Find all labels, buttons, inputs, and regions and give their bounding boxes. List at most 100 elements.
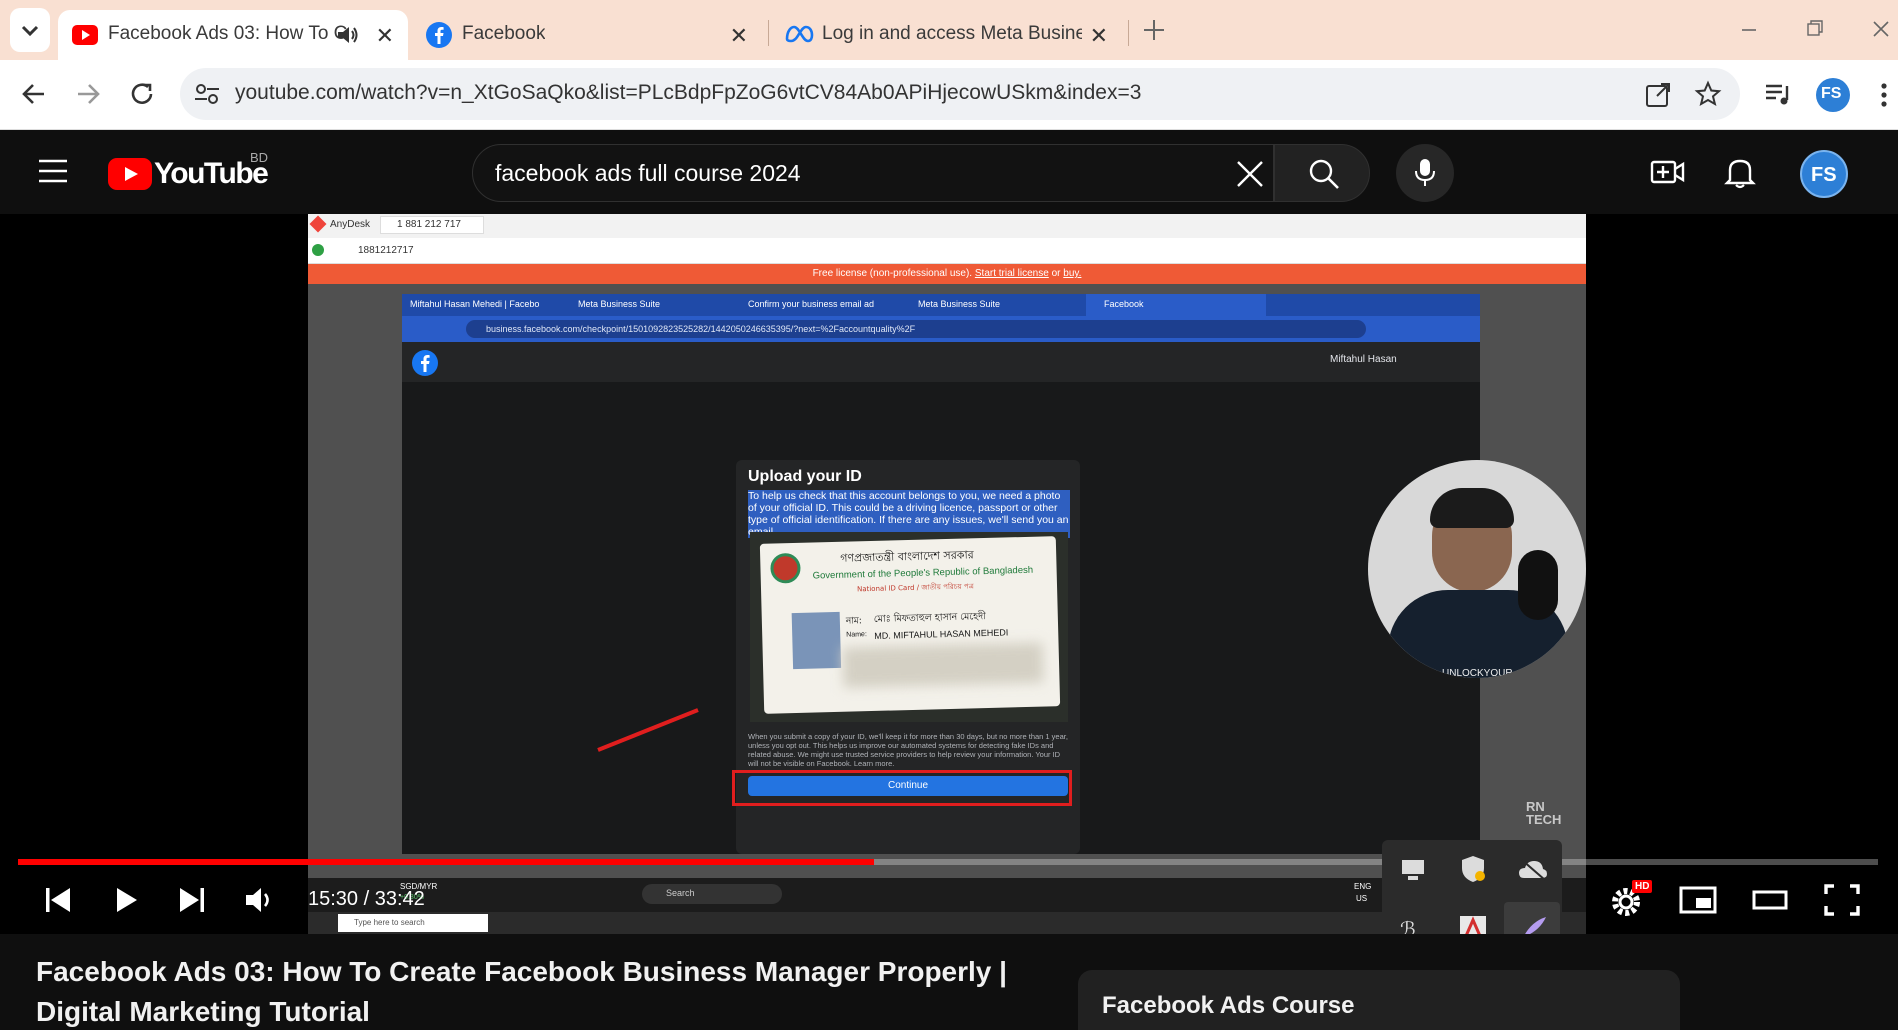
playlist-title: Facebook Ads Course — [1102, 992, 1355, 1019]
minimize-button[interactable] — [1734, 14, 1764, 44]
media-control-button[interactable] — [1762, 78, 1796, 112]
tab-title: Facebook — [462, 23, 546, 44]
facebook-icon — [412, 350, 438, 376]
dialog-title: Upload your ID — [748, 468, 862, 485]
playlist-music-icon — [1766, 84, 1789, 105]
youtube-logo[interactable]: YouTube BD — [108, 150, 278, 192]
upload-id-dialog: Upload your ID To help us check that thi… — [732, 460, 1080, 854]
cloud-off-icon[interactable] — [1518, 858, 1548, 882]
fullscreen-button[interactable] — [1822, 882, 1862, 918]
bell-icon — [1724, 159, 1756, 189]
bookmark-star-icon[interactable] — [1694, 80, 1722, 108]
theater-mode-button[interactable] — [1750, 882, 1790, 918]
webcam-overlay: UNLOCKYOUR — [1368, 460, 1586, 678]
tab-search-button[interactable] — [10, 8, 50, 52]
search-button[interactable] — [1274, 144, 1370, 202]
play-button[interactable] — [108, 882, 144, 918]
hd-badge: HD — [1632, 880, 1653, 893]
video-title-line2: Digital Marketing Tutorial — [36, 996, 370, 1027]
channel-watermark: RN TECH — [1526, 799, 1562, 827]
close-tab-icon[interactable]: ✕ — [730, 23, 748, 49]
connected-icon — [312, 244, 324, 256]
facebook-icon — [426, 22, 452, 48]
create-button[interactable] — [1650, 154, 1686, 190]
fullscreen-icon — [1824, 884, 1860, 916]
current-time: 15:30 — [308, 888, 359, 910]
restore-icon — [1807, 20, 1823, 36]
speaker-icon[interactable] — [336, 24, 360, 46]
youtube-logo-icon — [108, 158, 152, 190]
video-frame: AnyDesk 1 881 212 717 1881212717 Free li… — [308, 214, 1586, 934]
remote-address-bar: business.facebook.com/checkpoint/1501092… — [402, 316, 1480, 342]
reload-button[interactable] — [124, 76, 160, 112]
progress-played — [18, 859, 874, 865]
video-title: Facebook Ads 03: How To Create Facebook … — [36, 956, 1007, 987]
voice-search-button[interactable] — [1396, 144, 1454, 202]
close-tab-icon[interactable]: ✕ — [376, 23, 394, 49]
theater-icon — [1752, 890, 1788, 910]
highlight-box — [732, 770, 1072, 806]
hamburger-icon — [39, 159, 67, 183]
open-in-app-icon[interactable] — [1644, 81, 1672, 109]
back-button[interactable] — [16, 76, 52, 112]
skip-previous-icon — [46, 888, 70, 912]
skip-next-icon — [180, 888, 204, 912]
anydesk-session-tab: 1 881 212 717 — [380, 216, 484, 234]
remote-fb-header: Miftahul Hasan — [402, 342, 1480, 382]
security-shield-icon[interactable] — [1458, 854, 1488, 884]
url-text: youtube.com/watch?v=n_XtGoSaQko&list=PLc… — [235, 81, 1142, 104]
close-tab-icon[interactable]: ✕ — [1090, 23, 1108, 49]
reload-icon — [131, 83, 153, 104]
time-display: 15:30 / 33:42 — [308, 888, 425, 910]
network-icon[interactable] — [1398, 856, 1428, 884]
profile-avatar[interactable]: FS — [1816, 78, 1850, 112]
mute-button[interactable] — [242, 882, 278, 918]
duration: 33:42 — [374, 888, 425, 910]
video-camera-plus-icon — [1650, 160, 1685, 184]
anydesk-titlebar: AnyDesk 1 881 212 717 — [308, 214, 1586, 238]
next-button[interactable] — [174, 882, 210, 918]
tab-youtube[interactable]: Facebook Ads 03: How To C ✕ — [58, 10, 408, 60]
remote-tab-strip: Miftahul Hasan Mehedi | Facebo Meta Busi… — [402, 294, 1480, 316]
settings-button[interactable]: HD — [1606, 878, 1653, 922]
red-arrow-annotation — [597, 708, 699, 752]
browser-tab-strip: Facebook Ads 03: How To C ✕ Facebook ✕ L… — [0, 0, 1898, 60]
search-input[interactable]: facebook ads full course 2024 — [495, 160, 801, 187]
browser-toolbar: youtube.com/watch?v=n_XtGoSaQko&list=PLc… — [0, 60, 1898, 130]
anydesk-license-banner: Free license (non-professional use). Sta… — [308, 264, 1586, 284]
close-window-button[interactable] — [1866, 14, 1896, 44]
anydesk-toolbar: 1881212717 — [308, 238, 1586, 264]
site-info-icon[interactable] — [192, 80, 222, 108]
account-avatar[interactable]: FS — [1800, 150, 1848, 198]
arrow-left-icon — [22, 84, 44, 104]
video-player[interactable]: AnyDesk 1 881 212 717 1881212717 Free li… — [0, 214, 1898, 934]
minimize-icon — [1742, 29, 1756, 31]
clear-search-icon[interactable] — [1235, 159, 1265, 189]
watch-metadata: Facebook Ads 03: How To Create Facebook … — [0, 934, 1898, 1030]
volume-icon — [246, 888, 269, 912]
microphone — [1518, 550, 1558, 620]
progress-bar[interactable] — [18, 859, 1878, 865]
search-box[interactable]: facebook ads full course 2024 — [472, 144, 1274, 202]
arrow-right-icon — [78, 84, 100, 104]
youtube-icon — [72, 25, 98, 45]
play-icon — [117, 888, 137, 912]
notifications-button[interactable] — [1722, 154, 1758, 190]
restore-button[interactable] — [1800, 14, 1830, 44]
meta-icon — [785, 25, 814, 43]
forward-button[interactable] — [70, 76, 106, 112]
guide-menu-button[interactable] — [36, 156, 70, 186]
miniplayer-button[interactable] — [1678, 882, 1718, 918]
previous-button[interactable] — [40, 882, 76, 918]
new-tab-button[interactable] — [1138, 14, 1170, 46]
country-code: BD — [250, 150, 269, 165]
id-photo — [791, 611, 842, 670]
browser-menu-button[interactable] — [1874, 78, 1894, 112]
tab-meta-business[interactable]: Log in and access Meta Busines ✕ — [772, 10, 1122, 60]
tab-title: Log in and access Meta Busines — [822, 23, 1082, 44]
playlist-panel[interactable]: Facebook Ads Course — [1078, 970, 1680, 1030]
close-icon — [1873, 21, 1889, 37]
address-bar[interactable]: youtube.com/watch?v=n_XtGoSaQko&list=PLc… — [180, 68, 1740, 120]
chevron-down-icon — [21, 25, 39, 37]
tab-facebook[interactable]: Facebook ✕ — [412, 10, 762, 60]
